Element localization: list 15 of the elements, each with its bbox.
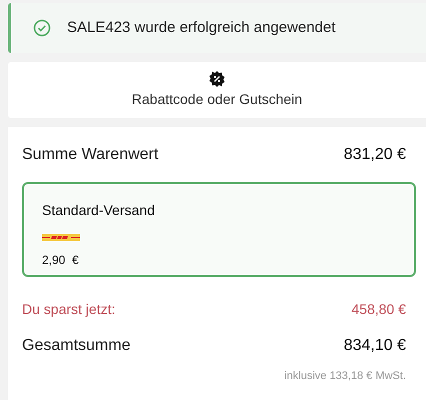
savings-label: Du sparst jetzt: [22,300,116,319]
coupon-button[interactable]: Rabattcode oder Gutschein [8,62,426,118]
tax-note: inklusive 133,18 € MwSt. [284,369,406,384]
total-amount: 834,10 € [344,336,406,356]
discount-badge-icon [209,70,225,86]
shipping-price: 2,90 € [42,252,79,269]
alert-message: SALE423 wurde erfolgreich angewendet [67,18,336,38]
total-label: Gesamtsumme [22,336,130,356]
subtotal-amount: 831,20 € [344,145,406,165]
subtotal-label: Summe Warenwert [22,145,158,165]
shipping-name: Standard-Versand [42,201,155,220]
shipping-option[interactable]: Standard-Versand 2,90 € [22,182,416,277]
check-circle-icon [33,19,51,37]
carrier-logo-icon [42,234,80,241]
savings-amount: 458,80 € [352,300,406,319]
